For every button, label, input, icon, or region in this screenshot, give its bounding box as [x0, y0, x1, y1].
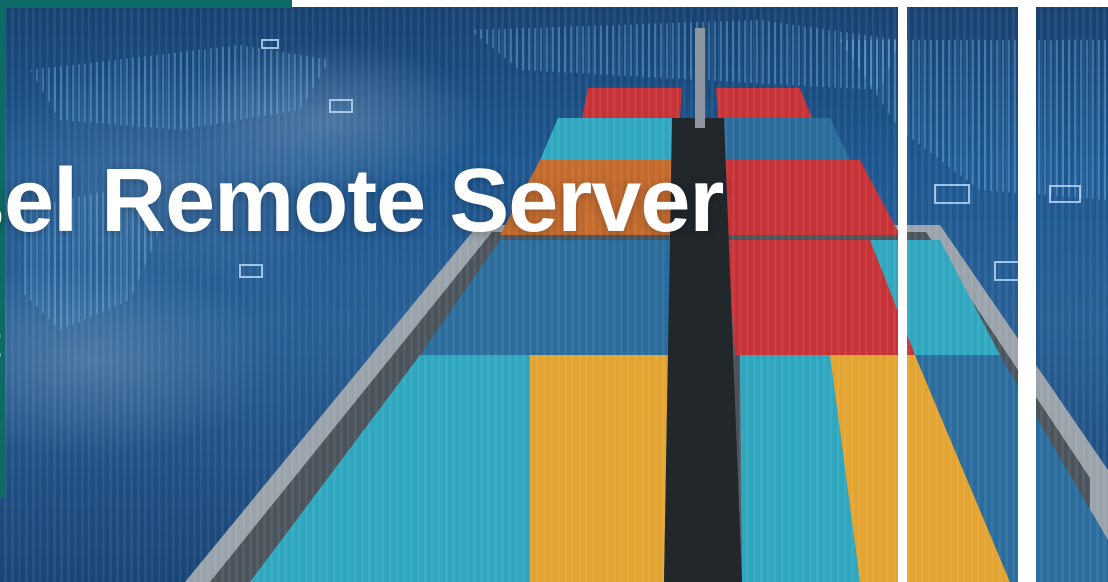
hero-subtitle: et: [0, 318, 1, 368]
teal-accent-tab: [0, 0, 292, 8]
divider-1: [898, 7, 907, 582]
container-rows: [0, 0, 1108, 582]
cargo-ship-illustration: [0, 0, 1108, 582]
hero-title: sel Remote Server: [0, 151, 724, 251]
top-strip: [292, 0, 1108, 7]
hero-banner: [0, 0, 1108, 582]
divider-2: [1018, 7, 1036, 582]
